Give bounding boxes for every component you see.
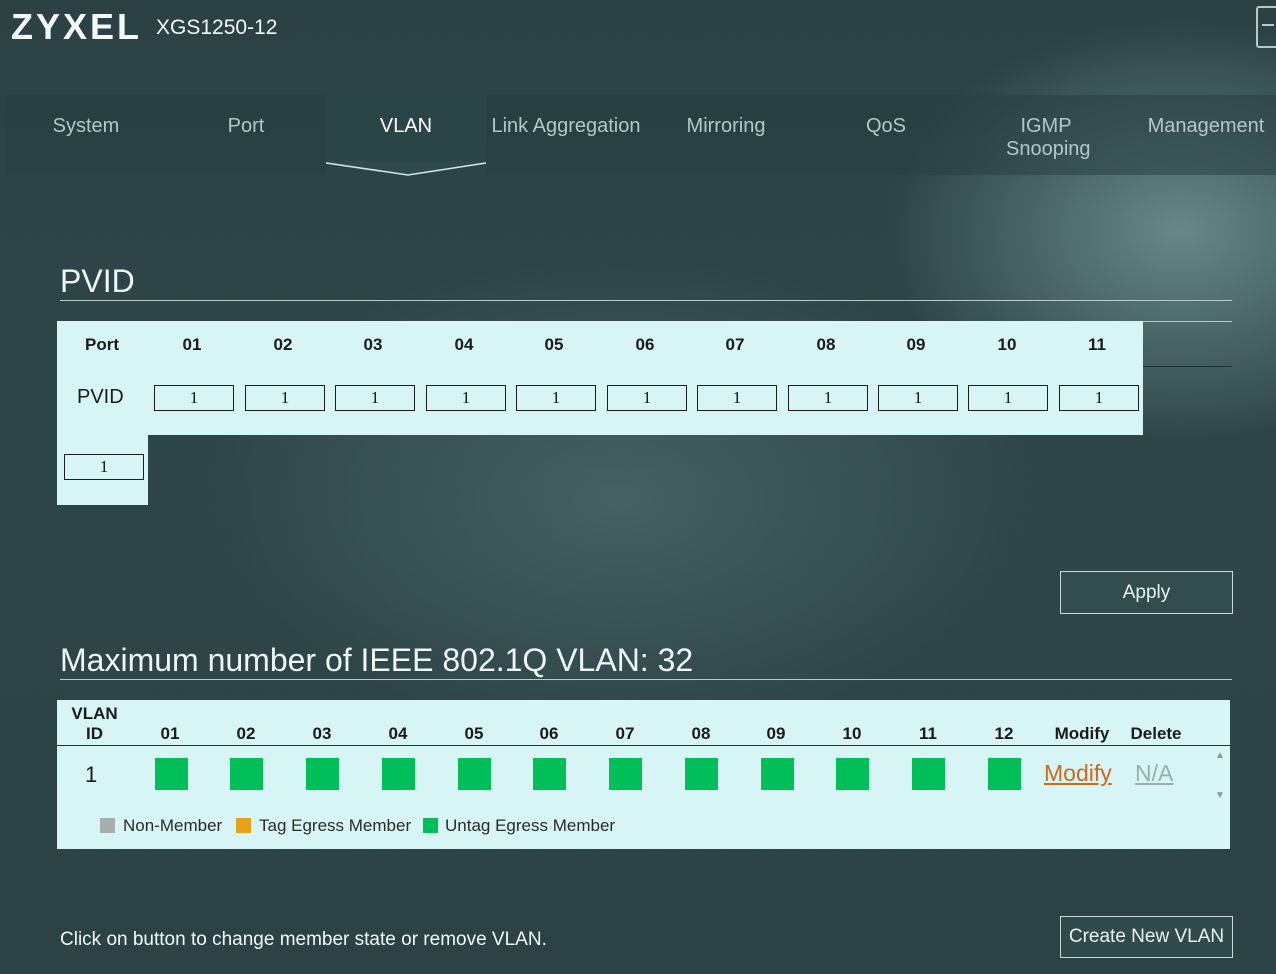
pvid-input-05[interactable]	[516, 385, 596, 411]
pvid-input-11[interactable]	[1059, 385, 1139, 411]
scroll-up-icon[interactable]: ▲	[1215, 750, 1225, 761]
delete-header: Delete	[1130, 724, 1182, 743]
vlan-port-header-08: 08	[691, 724, 711, 743]
tab-link-aggregation[interactable]: Link Aggregation	[486, 95, 646, 175]
pvid-input-04[interactable]	[426, 385, 506, 411]
pvid-input-02[interactable]	[245, 385, 325, 411]
scrollbar[interactable]: ▲ ▼	[1212, 748, 1228, 804]
member-cell-07[interactable]	[609, 758, 642, 790]
divider	[60, 300, 1232, 301]
member-cell-12[interactable]	[988, 758, 1021, 790]
pvid-row-label: PVID	[77, 386, 124, 408]
port-header-05: 05	[544, 335, 564, 354]
tab-system[interactable]: System	[6, 95, 166, 175]
port-header-07: 07	[725, 335, 745, 354]
legend-swatch-non-member	[100, 818, 115, 833]
main-nav: System Port VLAN Link Aggregation Mirror…	[6, 95, 1276, 176]
scroll-down-icon[interactable]: ▼	[1215, 790, 1225, 801]
vlan-port-header-12: 12	[994, 724, 1014, 743]
tab-label: System	[52, 115, 120, 137]
modify-header: Modify	[1054, 724, 1110, 743]
tab-label: IGMP Snooping	[1006, 115, 1091, 160]
tab-management[interactable]: Management	[1126, 95, 1276, 175]
port-header-03: 03	[363, 335, 383, 354]
logout-icon[interactable]	[1256, 6, 1276, 48]
port-header-01: 01	[182, 335, 202, 354]
vlan-port-header-02: 02	[236, 724, 256, 743]
pvid-table-overflow	[57, 435, 148, 505]
pvid-input-07[interactable]	[697, 385, 777, 411]
vlan-port-header-03: 03	[312, 724, 332, 743]
vlan-port-header-07: 07	[615, 724, 635, 743]
member-cell-11[interactable]	[912, 758, 945, 790]
port-header-09: 09	[906, 335, 926, 354]
legend-swatch-untag-egress	[423, 818, 438, 833]
create-new-vlan-button[interactable]: Create New VLAN	[1060, 916, 1233, 958]
tab-qos[interactable]: QoS	[806, 95, 966, 175]
member-cell-01[interactable]	[155, 758, 188, 790]
vlan-port-header-04: 04	[388, 724, 408, 743]
port-header: Port	[85, 335, 119, 354]
vlan-port-header-06: 06	[539, 724, 559, 743]
port-header-02: 02	[273, 335, 293, 354]
active-tab-indicator	[326, 161, 486, 176]
vlan-port-header-11: 11	[919, 724, 937, 743]
member-cell-03[interactable]	[306, 758, 339, 790]
legend-label: Tag Egress Member	[259, 816, 412, 835]
member-cell-02[interactable]	[230, 758, 263, 790]
pvid-input-12[interactable]	[64, 454, 144, 480]
model-name: XGS1250-12	[156, 16, 278, 39]
table-row-divider	[1143, 366, 1232, 367]
vlan-port-header-01: 01	[160, 724, 180, 743]
member-cell-09[interactable]	[761, 758, 794, 790]
pvid-input-01[interactable]	[154, 385, 234, 411]
hint-text: Click on button to change member state o…	[60, 929, 547, 950]
vlan-port-header-09: 09	[766, 724, 786, 743]
vlan-id: 1	[85, 762, 98, 787]
logo: ZYXEL	[11, 6, 143, 47]
port-header-08: 08	[816, 335, 836, 354]
vlan-id-header: VLAN ID	[71, 704, 118, 743]
vlan-port-header-05: 05	[464, 724, 484, 743]
member-cell-08[interactable]	[685, 758, 718, 790]
tab-label: VLAN	[379, 115, 433, 137]
legend-label: Untag Egress Member	[445, 816, 616, 835]
pvid-input-10[interactable]	[968, 385, 1048, 411]
port-header-11: 11	[1088, 335, 1106, 354]
modify-link[interactable]: Modify	[1044, 760, 1112, 787]
tab-label: Port	[227, 115, 265, 137]
tab-label: Mirroring	[686, 115, 766, 137]
tab-label: QoS	[865, 115, 907, 137]
member-cell-04[interactable]	[382, 758, 415, 790]
pvid-table: Port 01 02 03 04 05 06 07 08 09 10 11 PV…	[57, 321, 1143, 435]
tab-label: Management	[1147, 115, 1265, 137]
tab-port[interactable]: Port	[166, 95, 326, 175]
vlan-port-header-10: 10	[842, 724, 862, 743]
vlan-title: Maximum number of IEEE 802.1Q VLAN: 32	[60, 642, 694, 678]
member-cell-05[interactable]	[458, 758, 491, 790]
table-border	[1143, 321, 1232, 322]
member-cell-06[interactable]	[533, 758, 566, 790]
member-cell-10[interactable]	[836, 758, 869, 790]
header-divider	[57, 745, 1230, 746]
pvid-input-06[interactable]	[607, 385, 687, 411]
port-header-06: 06	[635, 335, 655, 354]
port-header-04: 04	[454, 335, 474, 354]
legend-label: Non-Member	[123, 816, 223, 835]
divider	[60, 679, 1232, 680]
apply-button[interactable]: Apply	[1060, 571, 1233, 614]
vlan-table: VLAN ID 01 02 03 04 05 06 07 08 09 10 11…	[57, 700, 1230, 849]
pvid-input-08[interactable]	[788, 385, 868, 411]
port-header-10: 10	[997, 335, 1017, 354]
pvid-title: PVID	[60, 263, 135, 299]
legend-swatch-tag-egress	[236, 818, 251, 833]
delete-link: N/A	[1135, 760, 1174, 786]
tab-vlan[interactable]: VLAN	[326, 95, 486, 176]
tab-label: Link Aggregation	[491, 115, 641, 137]
pvid-input-03[interactable]	[335, 385, 415, 411]
tab-mirroring[interactable]: Mirroring	[646, 95, 806, 175]
pvid-input-09[interactable]	[878, 385, 958, 411]
tab-igmp-snooping[interactable]: IGMP Snooping	[966, 95, 1126, 175]
